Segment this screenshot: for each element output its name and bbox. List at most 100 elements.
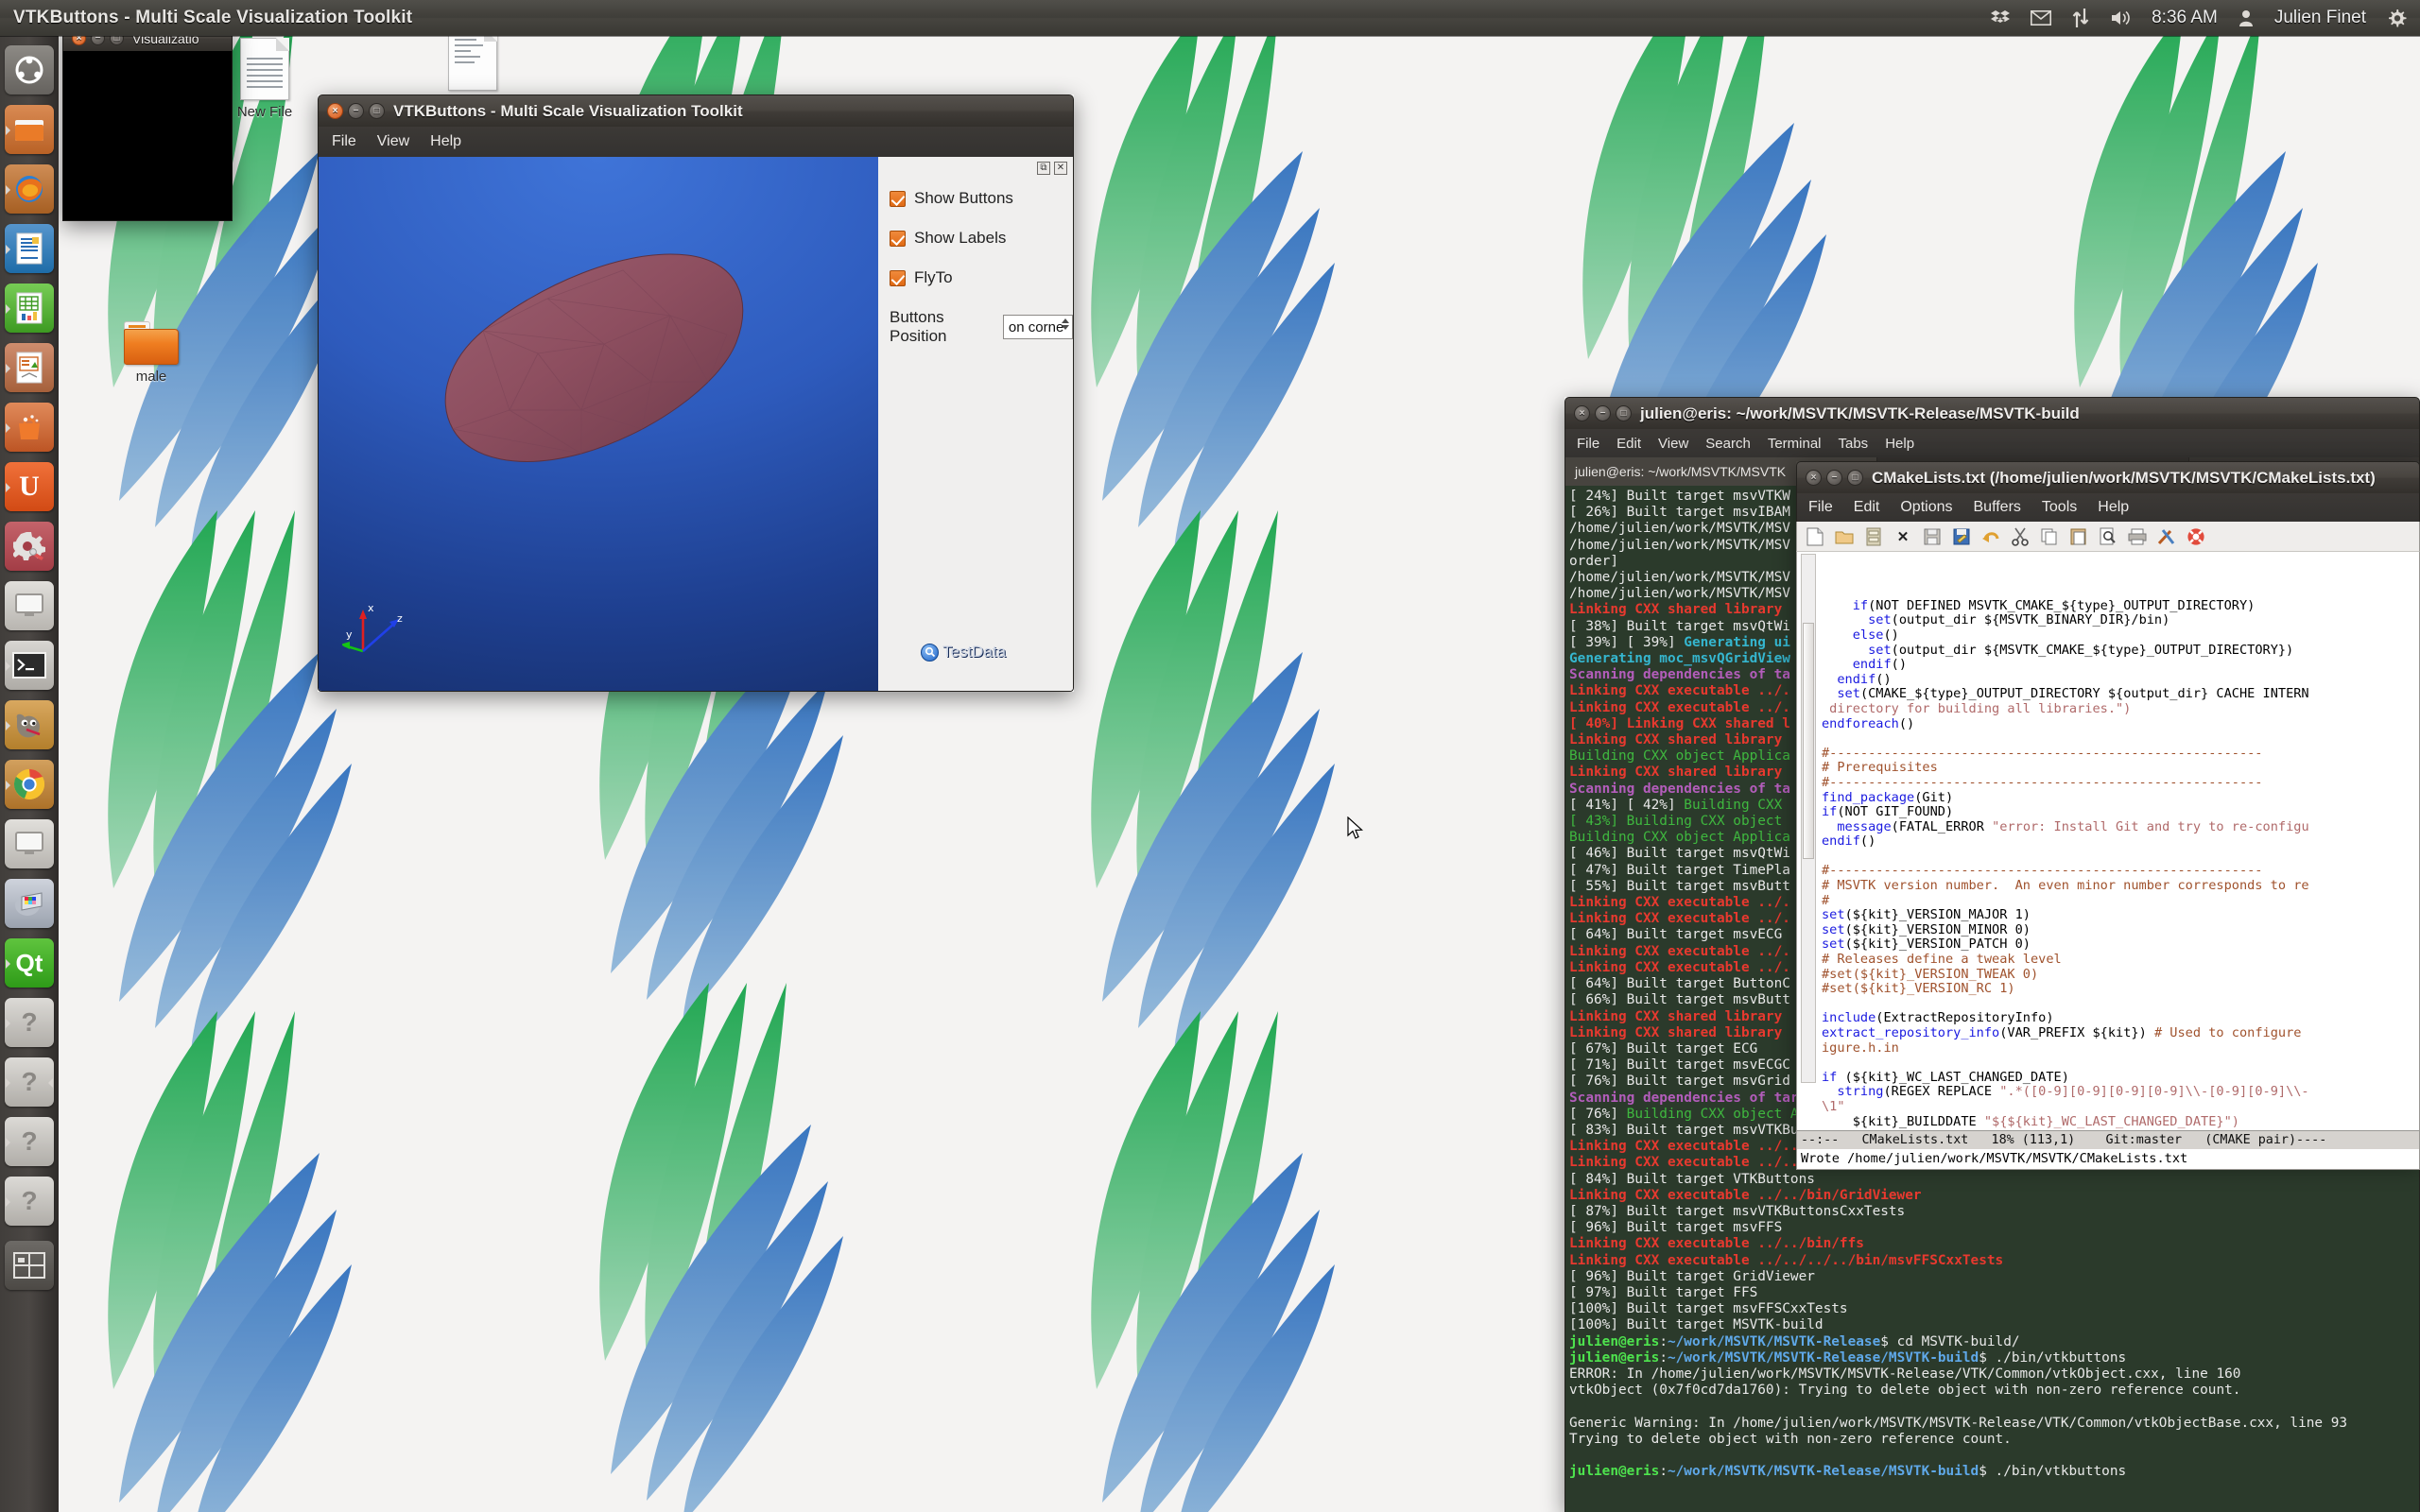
menu-tools[interactable]: Tools: [2042, 499, 2077, 516]
emacs-buffer[interactable]: if(NOT DEFINED MSVTK_CMAKE_${type}_OUTPU…: [1796, 552, 2420, 1130]
menu-edit[interactable]: Edit: [1616, 436, 1641, 452]
window-controls[interactable]: × − □: [1797, 470, 1872, 486]
checkbox-icon[interactable]: [890, 190, 906, 207]
gear-icon[interactable]: [2387, 9, 2407, 28]
maximize-icon[interactable]: □: [369, 103, 385, 119]
close-icon[interactable]: ×: [327, 103, 343, 119]
checkbox-icon[interactable]: [890, 269, 906, 286]
menu-help[interactable]: Help: [1885, 436, 1914, 452]
panel-corner-buttons[interactable]: ⧉ ✕: [1037, 162, 1067, 175]
launcher-software-center[interactable]: [5, 403, 54, 452]
vtkbuttons-window[interactable]: × − □ VTKButtons - Multi Scale Visualiza…: [318, 94, 1074, 692]
launcher-remote-desktop[interactable]: [5, 819, 54, 868]
desktop-icon-male-folder[interactable]: male: [95, 321, 208, 385]
menu-terminal[interactable]: Terminal: [1768, 436, 1822, 452]
launcher-gimp[interactable]: [5, 700, 54, 749]
close-icon[interactable]: ✕: [1054, 162, 1067, 175]
undock-icon[interactable]: ⧉: [1037, 162, 1050, 175]
system-tray[interactable]: 8:36 AM Julien Finet: [1991, 8, 2420, 28]
launcher-libreoffice-writer[interactable]: [5, 224, 54, 273]
menu-file[interactable]: File: [1577, 436, 1599, 452]
launcher-libreoffice-calc[interactable]: [5, 284, 54, 333]
vtk-control-panel[interactable]: ⧉ ✕ Show Buttons Show Labels FlyTo Butto…: [878, 157, 1073, 691]
menu-help[interactable]: Help: [430, 133, 461, 150]
terminal-menubar[interactable]: File Edit View Search Terminal Tabs Help: [1564, 429, 2420, 457]
launcher-display-settings[interactable]: [5, 581, 54, 630]
window-titlebar[interactable]: × − □ VTKButtons - Multi Scale Visualiza…: [318, 94, 1074, 127]
minimize-icon[interactable]: −: [1595, 405, 1611, 421]
mail-icon[interactable]: [2031, 10, 2052, 26]
close-icon[interactable]: ×: [1806, 470, 1822, 486]
top-panel[interactable]: VTKButtons - Multi Scale Visualization T…: [0, 0, 2420, 36]
launcher-files[interactable]: [5, 105, 54, 154]
emacs-scrollbar[interactable]: [1801, 554, 1816, 1083]
launcher-workspace-switcher[interactable]: [5, 1241, 54, 1290]
launcher-dash-home[interactable]: [5, 45, 54, 94]
buttons-position-combobox[interactable]: on corne: [1002, 315, 1073, 339]
paste-icon[interactable]: [2068, 526, 2089, 547]
open-folder-icon[interactable]: [1834, 526, 1855, 547]
cut-icon[interactable]: [2010, 526, 2031, 547]
menu-buffers[interactable]: Buffers: [1974, 499, 2021, 516]
user-name[interactable]: Julien Finet: [2274, 8, 2366, 28]
emacs-toolbar[interactable]: ✕: [1796, 522, 2420, 552]
visualization-canvas[interactable]: [62, 51, 233, 221]
emacs-window[interactable]: × − □ CMakeLists.txt (/home/julien/work/…: [1796, 461, 2420, 1170]
dropbox-icon[interactable]: [1991, 9, 2011, 27]
save-as-icon[interactable]: [1951, 526, 1972, 547]
launcher-system-settings[interactable]: [5, 522, 54, 571]
close-icon[interactable]: ×: [1574, 405, 1590, 421]
save-icon[interactable]: [1922, 526, 1943, 547]
new-file-icon[interactable]: [1805, 526, 1825, 547]
menu-help[interactable]: Help: [2098, 499, 2129, 516]
checkbox-show-buttons[interactable]: Show Buttons: [890, 189, 1073, 208]
window-titlebar[interactable]: × − □ julien@eris: ~/work/MSVTK/MSVTK-Re…: [1564, 397, 2420, 429]
launcher-unknown-app-2[interactable]: ?: [5, 1057, 54, 1107]
menu-edit[interactable]: Edit: [1854, 499, 1880, 516]
search-icon[interactable]: [2098, 526, 2118, 547]
launcher-libreoffice-impress[interactable]: [5, 343, 54, 392]
launcher-unknown-app-4[interactable]: ?: [5, 1177, 54, 1226]
maximize-icon[interactable]: □: [1616, 405, 1632, 421]
menu-view[interactable]: View: [1658, 436, 1688, 452]
copy-icon[interactable]: [2039, 526, 2060, 547]
network-icon[interactable]: [2072, 9, 2089, 27]
volume-icon[interactable]: [2110, 9, 2131, 26]
magnifier-icon[interactable]: [921, 643, 939, 662]
checkbox-show-labels[interactable]: Show Labels: [890, 229, 1073, 248]
visualization-window[interactable]: × − □ Visualizatio: [62, 25, 233, 221]
menu-file[interactable]: File: [1808, 499, 1833, 516]
menu-search[interactable]: Search: [1705, 436, 1751, 452]
checkbox-flyto[interactable]: FlyTo: [890, 268, 1073, 287]
launcher-terminal[interactable]: [5, 641, 54, 690]
menu-options[interactable]: Options: [1900, 499, 1952, 516]
scrollbar-thumb[interactable]: [1803, 623, 1814, 859]
window-controls[interactable]: × − □: [319, 103, 393, 119]
vtk-menubar[interactable]: File View Help: [318, 127, 1074, 157]
close-icon[interactable]: ✕: [1893, 526, 1913, 547]
minimize-icon[interactable]: −: [1826, 470, 1842, 486]
launcher-ubuntu-one[interactable]: U: [5, 462, 54, 511]
launcher-chrome[interactable]: [5, 760, 54, 809]
launcher-firefox[interactable]: [5, 164, 54, 214]
customize-icon[interactable]: [2156, 526, 2177, 547]
vtk-render-view[interactable]: x y z: [319, 157, 878, 691]
menu-file[interactable]: File: [332, 133, 356, 150]
undo-icon[interactable]: [1980, 526, 2001, 547]
vtk-data-label[interactable]: TestData: [921, 643, 1006, 662]
window-titlebar[interactable]: × − □ CMakeLists.txt (/home/julien/work/…: [1796, 461, 2420, 493]
clock[interactable]: 8:36 AM: [2152, 8, 2218, 28]
print-icon[interactable]: [2127, 526, 2148, 547]
maximize-icon[interactable]: □: [1847, 470, 1863, 486]
launcher-unknown-app-1[interactable]: ?: [5, 998, 54, 1047]
window-controls[interactable]: × − □: [1565, 405, 1640, 421]
checkbox-icon[interactable]: [890, 230, 906, 247]
minimize-icon[interactable]: −: [348, 103, 364, 119]
emacs-menubar[interactable]: File Edit Options Buffers Tools Help: [1796, 493, 2420, 522]
launcher-paraview[interactable]: [5, 879, 54, 928]
help-icon[interactable]: [2186, 526, 2206, 547]
launcher-unknown-app-3[interactable]: ?: [5, 1117, 54, 1166]
emacs-buffer-text[interactable]: if(NOT DEFINED MSVTK_CMAKE_${type}_OUTPU…: [1822, 598, 2419, 1130]
menu-tabs[interactable]: Tabs: [1839, 436, 1869, 452]
spinner-icon[interactable]: [1062, 318, 1069, 330]
